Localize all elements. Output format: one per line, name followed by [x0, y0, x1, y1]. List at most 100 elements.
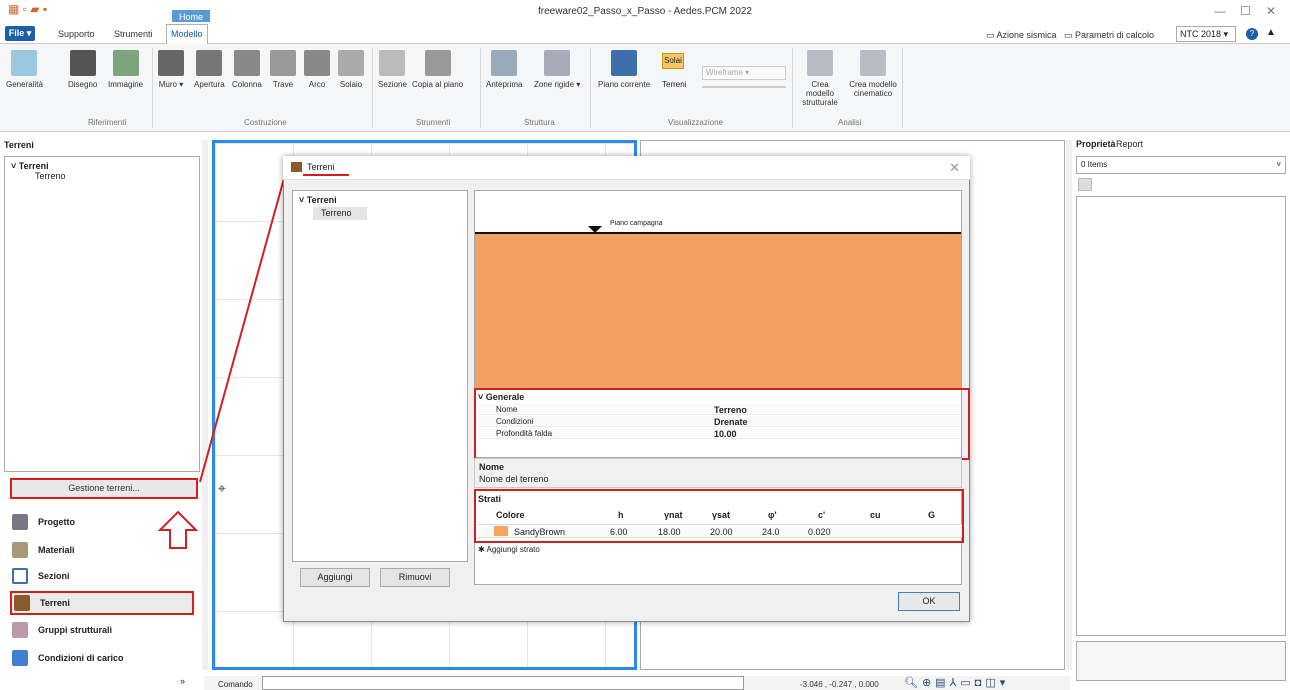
nav-sezioni[interactable]: Sezioni — [10, 564, 70, 588]
sort-icon[interactable] — [1078, 178, 1092, 191]
group-struttura: Struttura — [524, 118, 555, 127]
desc-text: Nome del terreno — [479, 474, 549, 484]
ribbon-separator — [792, 48, 793, 128]
piano-campagna-label: Piano campagna — [610, 220, 663, 227]
group-riferimenti: Riferimenti — [88, 118, 127, 127]
immagine-icon — [112, 50, 139, 76]
colonna-icon — [233, 50, 260, 76]
expand-nav-icon[interactable]: » — [180, 676, 185, 686]
soil-layer — [475, 234, 961, 390]
file-menu-button[interactable]: File ▾ — [5, 26, 35, 41]
aggiungi-strato-label: Aggiungi strato — [486, 545, 540, 554]
command-label: Comando — [218, 680, 253, 689]
modello-cinematico-label: Crea modello cinematico — [849, 80, 897, 98]
opacity-slider[interactable] — [702, 86, 786, 88]
tab-modello[interactable]: Modello — [166, 24, 208, 44]
copia-piano-icon — [424, 50, 451, 76]
ok-button[interactable]: OK — [898, 592, 960, 611]
nav-label: Condizioni di carico — [38, 653, 124, 663]
muro-button[interactable]: Muro ▾ — [158, 50, 184, 89]
anteprima-label: Anteprima — [486, 80, 523, 89]
tree-root[interactable]: ˅ Terreni — [11, 161, 49, 171]
terreni-icon — [14, 595, 30, 611]
tab-report[interactable]: Report — [1116, 139, 1143, 149]
sezione-label: Sezione — [378, 80, 407, 89]
coordinates-readout: -3.046 , -0.247 , 0.000 — [800, 680, 879, 689]
solaio-button[interactable]: Solaio — [338, 50, 364, 89]
immagine-button[interactable]: Immagine — [108, 50, 143, 89]
disegno-button[interactable]: Disegno — [68, 50, 97, 89]
trave-button[interactable]: Trave — [270, 50, 296, 89]
properties-list — [1076, 196, 1286, 636]
crea-modello-strutturale-button[interactable]: Crea modello strutturale — [798, 50, 842, 107]
arco-label: Arco — [308, 80, 326, 89]
tab-supporto[interactable]: Supporto — [58, 29, 95, 39]
minimize-icon[interactable]: — — [1214, 4, 1226, 18]
dialog-tree: ˅ Terreni Terreno — [292, 190, 468, 562]
group-strumenti: Strumenti — [416, 118, 451, 127]
dialog-title: Terreni — [307, 162, 335, 172]
generalita-button[interactable]: Generalità — [6, 50, 43, 89]
aggiungi-button[interactable]: Aggiungi — [300, 568, 370, 587]
azione-sismica-button[interactable]: ▭ Azione sismica — [986, 30, 1057, 41]
gruppi-icon — [12, 622, 28, 638]
link-line-annotation — [199, 163, 289, 483]
dialog-tree-child[interactable]: Terreno — [313, 207, 367, 220]
command-input[interactable] — [262, 676, 744, 690]
close-icon[interactable]: ✕ — [1266, 4, 1276, 18]
tab-strumenti[interactable]: Strumenti — [114, 29, 153, 39]
gestione-terreni-button[interactable]: Gestione terreni... — [10, 478, 198, 499]
nav-condizioni-carico[interactable]: Condizioni di carico — [10, 646, 124, 670]
tab-proprieta[interactable]: Proprietà — [1076, 139, 1116, 149]
modello-strutturale-icon — [807, 50, 833, 76]
arco-icon — [304, 50, 330, 76]
arco-button[interactable]: Arco — [304, 50, 330, 89]
nav-gruppi-strutturali[interactable]: Gruppi strutturali — [10, 618, 112, 642]
ribbon-separator — [372, 48, 373, 128]
norma-select[interactable]: NTC 2018 ▾ — [1176, 26, 1236, 42]
progetto-icon — [12, 514, 28, 530]
solai-toggle[interactable]: Solai — [662, 53, 684, 69]
nav-materiali[interactable]: Materiali — [10, 538, 75, 562]
anteprima-icon — [491, 50, 518, 76]
ribbon-separator — [590, 48, 591, 128]
crea-modello-cinematico-button[interactable]: Crea modello cinematico — [848, 50, 898, 98]
sezione-button[interactable]: Sezione — [378, 50, 407, 89]
apertura-label: Apertura — [194, 80, 225, 89]
tree-child[interactable]: Terreno — [35, 171, 66, 181]
terreni-toggle[interactable]: Terreni — [662, 80, 686, 89]
aggiungi-strato-row[interactable]: ✱ Aggiungi strato — [478, 545, 540, 554]
copia-piano-button[interactable]: Copia al piano — [412, 50, 463, 89]
apertura-button[interactable]: Apertura — [194, 50, 225, 89]
collapse-ribbon-icon[interactable]: ▲ — [1266, 27, 1276, 38]
muro-icon — [158, 50, 184, 76]
copia-piano-label: Copia al piano — [412, 80, 464, 89]
anteprima-button[interactable]: Anteprima — [486, 50, 522, 89]
view-tools-icons[interactable]: 🔍︎⊕▤⅄▭◘◫▾ — [904, 676, 1009, 689]
colonna-label: Colonna — [232, 80, 262, 89]
nav-progetto[interactable]: Progetto — [10, 510, 75, 534]
piano-corrente-button[interactable]: Piano corrente — [598, 50, 650, 89]
nav-terreni[interactable]: Terreni — [10, 591, 194, 615]
dialog-tree-root[interactable]: ˅ Terreni — [299, 195, 337, 205]
nav-label: Sezioni — [38, 571, 70, 581]
azione-label: Azione sismica — [996, 30, 1057, 40]
colonna-button[interactable]: Colonna — [232, 50, 262, 89]
tree-root-label: Terreni — [18, 161, 49, 171]
rimuovi-button[interactable]: Rimuovi — [380, 568, 450, 587]
parametri-calcolo-button[interactable]: ▭ Parametri di calcolo — [1064, 30, 1154, 41]
terreni-folder-icon — [291, 162, 302, 172]
dialog-close-icon[interactable]: ✕ — [949, 160, 960, 176]
zone-rigide-label: Zone rigide ▾ — [534, 80, 581, 89]
zone-rigide-button[interactable]: Zone rigide ▾ — [534, 50, 580, 89]
parametri-label: Parametri di calcolo — [1075, 30, 1155, 40]
solaio-label: Solaio — [339, 80, 363, 89]
up-arrow-annotation-icon — [158, 510, 198, 549]
items-select[interactable]: 0 Items ˅ — [1076, 156, 1286, 174]
disegno-label: Disegno — [68, 80, 98, 89]
maximize-icon[interactable]: ☐ — [1240, 4, 1251, 18]
ribbon-separator — [152, 48, 153, 128]
help-icon[interactable]: ? — [1246, 28, 1258, 40]
wireframe-select[interactable]: Wireframe ▾ — [702, 66, 786, 80]
terreni-tree: ˅ Terreni Terreno — [4, 156, 200, 472]
